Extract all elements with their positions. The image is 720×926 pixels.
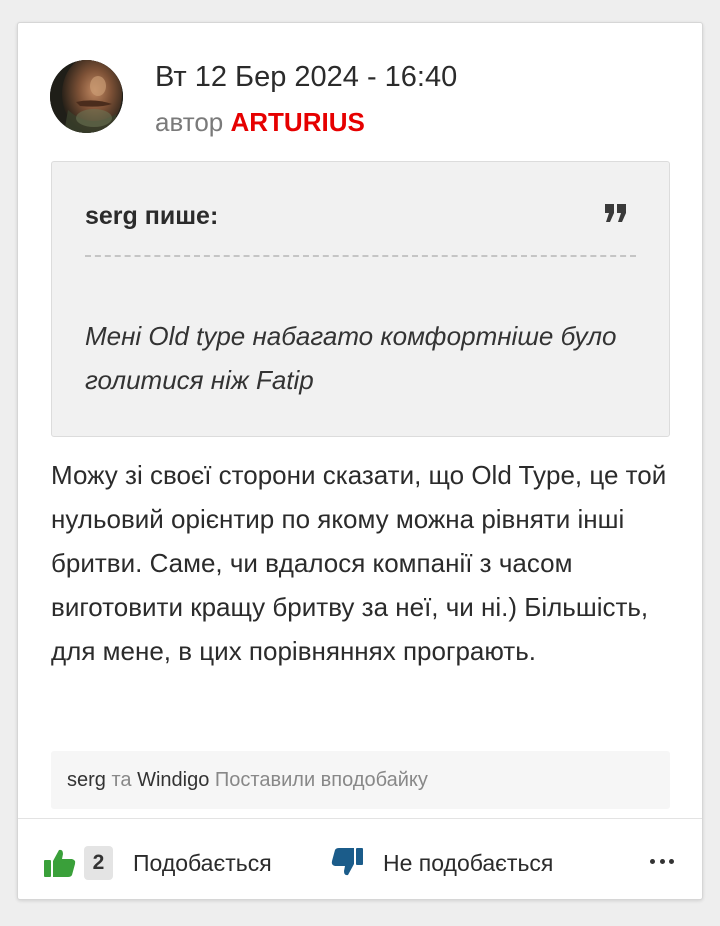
dot [650, 858, 655, 864]
like-button[interactable]: 2 Подобається [44, 845, 272, 881]
likes-info: serg та Windigo Поставили вподобайку [51, 751, 670, 809]
dislike-label: Не подобається [383, 849, 554, 876]
avatar[interactable] [50, 60, 123, 133]
likes-suffix: Поставили вподобайку [214, 769, 428, 791]
liker-user-2[interactable]: Windigo [137, 769, 209, 791]
dot [659, 858, 665, 864]
author-name[interactable]: ARTURIUS [230, 107, 364, 137]
author-line: автор ARTURIUS [155, 107, 365, 138]
dislike-button[interactable]: Не подобається [331, 845, 553, 881]
author-prefix: автор [155, 107, 224, 137]
likes-separator: та [111, 769, 132, 791]
quote-block: serg пише: Мені Old type набагато комфор… [51, 161, 670, 437]
like-count: 2 [84, 846, 113, 880]
avatar-image [50, 60, 123, 133]
quote-mark-icon [605, 204, 626, 222]
thumbs-up-icon [44, 849, 76, 877]
more-dots-icon[interactable] [650, 851, 674, 871]
dot [669, 858, 674, 864]
like-label: Подобається [133, 849, 272, 876]
thumbs-down-icon [331, 848, 363, 876]
post-date: Вт 12 Бер 2024 - 16:40 [155, 61, 458, 93]
quote-header: serg пише: [85, 202, 219, 230]
liker-user-1[interactable]: serg [67, 769, 106, 791]
post-footer: 2 Подобається Не подобається [18, 818, 702, 899]
post-card: Вт 12 Бер 2024 - 16:40 автор ARTURIUS se… [17, 22, 703, 900]
quote-divider [85, 255, 636, 257]
quote-text: Мені Old type набагато комфортніше було … [85, 321, 617, 395]
post-body: Можу зі своєї сторони сказати, що Old Ty… [51, 460, 667, 666]
